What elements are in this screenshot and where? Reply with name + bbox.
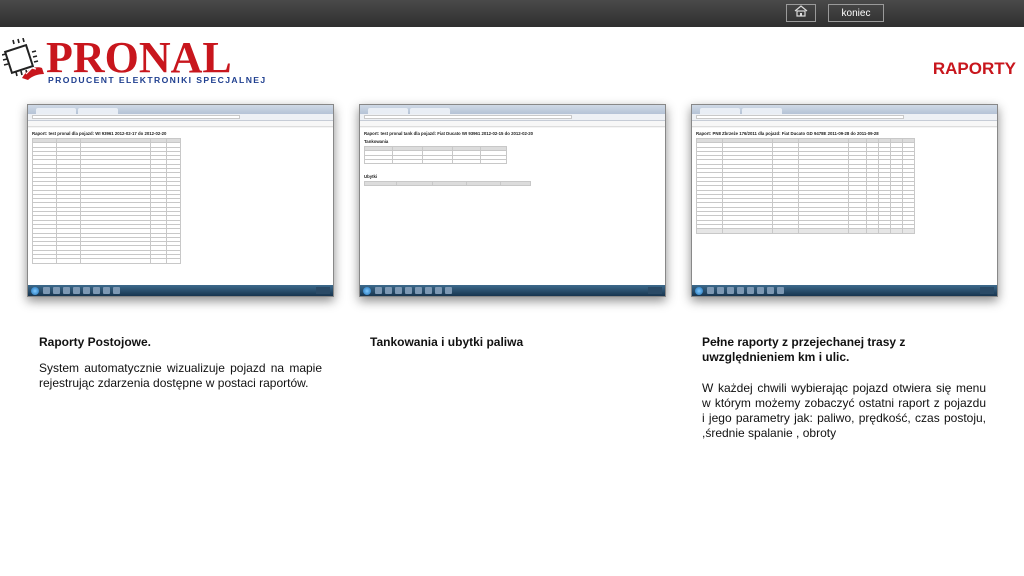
- clock-icon: [316, 287, 330, 294]
- screenshot-stop-report: Raport: test pronal dla pojazd: WI 93961…: [27, 104, 334, 297]
- browser-bookmarks-bar: [692, 121, 997, 127]
- refueling-table: [364, 145, 507, 165]
- caption-heading: Pełne raporty z przejechanej trasy z uwz…: [702, 335, 906, 364]
- browser-tabs: [692, 105, 997, 114]
- top-bar: koniec: [0, 0, 1024, 27]
- browser-tabs: [360, 105, 665, 114]
- windows-taskbar: [28, 285, 333, 296]
- route-table: [696, 137, 915, 234]
- start-icon: [31, 286, 39, 295]
- caption-body: W każdej chwili wybierając pojazd otwier…: [702, 381, 986, 440]
- caption-heading: Raporty Postojowe.: [39, 335, 152, 349]
- brand-name: PRONAL: [46, 33, 232, 82]
- browser-address-bar: [28, 114, 333, 121]
- browser-address-bar: [360, 114, 665, 121]
- brand-tagline: PRODUCENT ELEKTRONIKI SPECJALNEJ: [48, 75, 267, 85]
- caption-heading: Tankowania i ubytki paliwa: [370, 335, 524, 349]
- exit-button[interactable]: koniec: [828, 4, 884, 22]
- browser-tabs: [28, 105, 333, 114]
- chip-hand-icon: [1, 37, 46, 80]
- home-icon: [793, 4, 809, 22]
- report-content: Raport: test pronal tank dla pojazd: Fia…: [360, 128, 665, 285]
- start-icon: [695, 286, 703, 295]
- caption-route-reports: Pełne raporty z przejechanej trasy z uwz…: [702, 335, 986, 441]
- report-content: Raport: PN8 Zbrzeże 176/2011 dla pojazd:…: [692, 128, 997, 285]
- windows-taskbar: [692, 285, 997, 296]
- section-refueling: Tankowania: [364, 139, 389, 144]
- report-content: Raport: test pronal dla pojazd: WI 93961…: [28, 128, 333, 285]
- clock-icon: [648, 287, 662, 294]
- brand-logo: PRONAL PRODUCENT ELEKTRONIKI SPECJALNEJ: [1, 33, 265, 88]
- caption-stop-reports: Raporty Postojowe. System automatycznie …: [39, 335, 322, 391]
- section-losses: Ubytki: [364, 174, 378, 180]
- screenshot-route-report: Raport: PN8 Zbrzeże 176/2011 dla pojazd:…: [691, 104, 998, 297]
- browser-address-bar: [692, 114, 997, 121]
- caption-fuel: Tankowania i ubytki paliwa: [370, 335, 660, 350]
- clock-icon: [980, 287, 994, 294]
- page-title: RAPORTY: [932, 59, 1016, 78]
- caption-body: System automatycznie wizualizuje pojazd …: [39, 361, 322, 390]
- report-title: Raport: PN8 Zbrzeże 176/2011 dla pojazd:…: [696, 131, 879, 136]
- browser-bookmarks-bar: [28, 121, 333, 127]
- report-table: [32, 137, 181, 264]
- home-button[interactable]: [786, 4, 816, 22]
- report-title: Raport: test pronal tank dla pojazd: Fia…: [364, 131, 534, 136]
- start-icon: [363, 286, 371, 295]
- report-title: Raport: test pronal dla pojazd: WI 93961…: [32, 131, 167, 136]
- losses-table: [364, 181, 531, 187]
- browser-bookmarks-bar: [360, 121, 665, 127]
- windows-taskbar: [360, 285, 665, 296]
- screenshot-fuel-report: Raport: test pronal tank dla pojazd: Fia…: [359, 104, 666, 297]
